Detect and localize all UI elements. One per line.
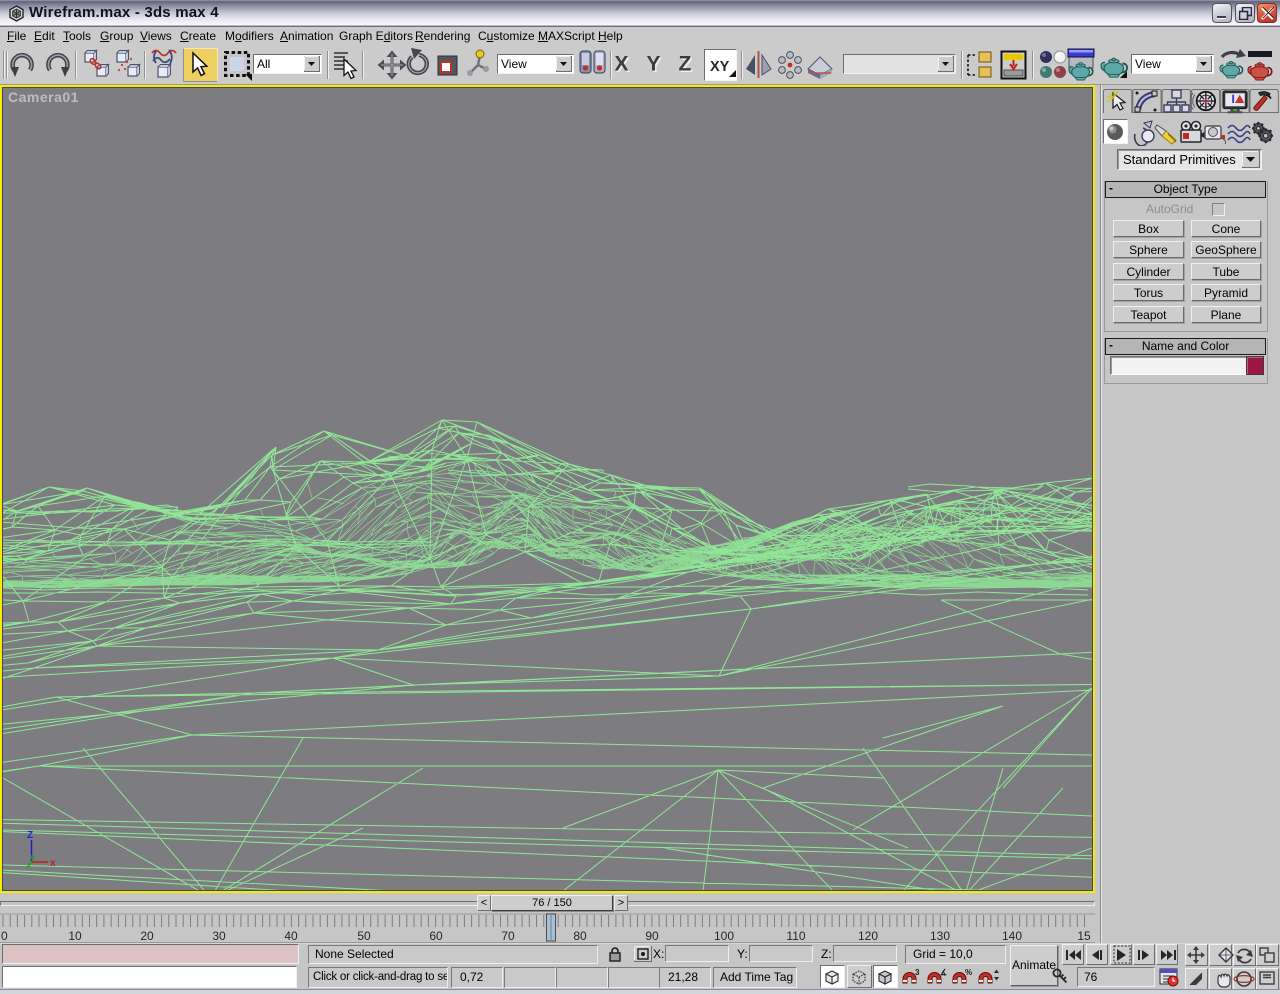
svg-text:30: 30 [212, 929, 226, 943]
svg-text:x: x [50, 858, 56, 869]
svg-text:10: 10 [68, 929, 82, 943]
svg-text:130: 130 [930, 929, 950, 943]
svg-text:All: All [257, 57, 270, 71]
svg-text:80: 80 [573, 929, 587, 943]
svg-text:140: 140 [1002, 929, 1022, 943]
svg-text:50: 50 [357, 929, 371, 943]
svg-text:100: 100 [714, 929, 734, 943]
svg-text:60: 60 [429, 929, 443, 943]
svg-text:Z: Z [679, 53, 692, 76]
svg-text:View: View [1135, 57, 1161, 71]
svg-text:XY: XY [710, 59, 730, 75]
svg-text:0: 0 [1, 929, 8, 943]
svg-text:∡: ∡ [940, 968, 947, 977]
svg-text:40: 40 [284, 929, 298, 943]
svg-text:70: 70 [501, 929, 515, 943]
svg-text:20: 20 [140, 929, 154, 943]
svg-text:90: 90 [645, 929, 659, 943]
svg-text:y: y [30, 852, 35, 862]
svg-text:15: 15 [1077, 929, 1091, 943]
svg-text:Z: Z [27, 830, 33, 841]
svg-text:3: 3 [915, 968, 920, 977]
svg-text:Y: Y [647, 53, 661, 76]
svg-text:View: View [501, 57, 527, 71]
svg-text:120: 120 [858, 929, 878, 943]
svg-text:110: 110 [786, 929, 805, 943]
svg-text:X: X [615, 53, 629, 76]
svg-text:%: % [965, 968, 972, 977]
